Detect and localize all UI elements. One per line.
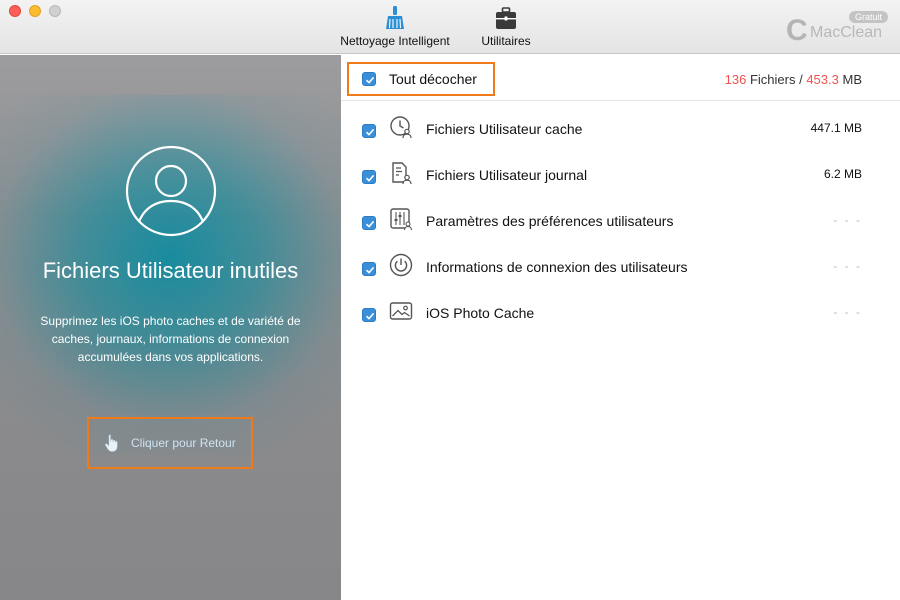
- item-checkbox[interactable]: [362, 216, 376, 230]
- item-size: - - -: [833, 305, 862, 319]
- checkmark-icon: [365, 174, 375, 182]
- item-checkbox[interactable]: [362, 308, 376, 322]
- item-label: Fichiers Utilisateur cache: [426, 121, 583, 137]
- brand-mark: C: [786, 14, 808, 47]
- item-label: Informations de connexion des utilisateu…: [426, 259, 688, 275]
- back-button[interactable]: Cliquer pour Retour: [87, 417, 253, 469]
- title-bar: Nettoyage Intelligent Utilitaires C MacC…: [0, 0, 900, 54]
- back-button-label: Cliquer pour Retour: [131, 436, 236, 450]
- list-item[interactable]: Informations de connexion des utilisateu…: [341, 242, 900, 288]
- selection-summary: 136 Fichiers / 453.3 MB: [725, 72, 862, 87]
- panel-title: Fichiers Utilisateur inutiles: [42, 258, 299, 283]
- zoom-window-button[interactable]: [49, 5, 61, 17]
- minimize-window-button[interactable]: [29, 5, 41, 17]
- toolbar-label: Utilitaires: [481, 34, 531, 48]
- list-header: Tout décocher 136 Fichiers / 453.3 MB: [341, 55, 900, 101]
- item-size: - - -: [833, 259, 862, 273]
- broom-icon: [386, 6, 404, 29]
- item-label: iOS Photo Cache: [426, 305, 535, 321]
- file-count-label: Fichiers /: [746, 72, 807, 87]
- close-window-button[interactable]: [9, 5, 21, 17]
- list-item[interactable]: Fichiers Utilisateur journal 6.2 MB: [341, 150, 900, 196]
- photo-icon: [389, 302, 413, 320]
- file-list-panel: Tout décocher 136 Fichiers / 453.3 MB Fi…: [341, 55, 900, 600]
- document-user-icon: [392, 162, 412, 185]
- item-label: Fichiers Utilisateur journal: [426, 167, 588, 183]
- uncheck-all-checkbox[interactable]: [362, 72, 376, 86]
- toolbox-icon: [496, 7, 516, 29]
- checkmark-icon: [365, 220, 375, 228]
- clock-user-icon: [390, 116, 412, 139]
- brand-name: MacClean: [810, 24, 883, 41]
- brand-logo: C MacClean Gratuit: [786, 11, 890, 47]
- sliders-icon: [390, 208, 413, 231]
- item-label: Paramètres des préférences utilisateurs: [426, 213, 674, 229]
- list-item[interactable]: Fichiers Utilisateur cache 447.1 MB: [341, 104, 900, 150]
- user-profile-icon: [125, 145, 217, 237]
- free-badge: Gratuit: [848, 11, 888, 23]
- item-checkbox[interactable]: [362, 170, 376, 184]
- item-size: - - -: [833, 213, 862, 227]
- checkmark-icon: [365, 266, 375, 274]
- checkmark-icon: [365, 76, 375, 84]
- uncheck-all-toggle[interactable]: Tout décocher: [347, 62, 495, 96]
- checkmark-icon: [365, 128, 375, 136]
- panel-description: Supprimez les iOS photo caches et de var…: [40, 314, 301, 364]
- list-item[interactable]: Paramètres des préférences utilisateurs …: [341, 196, 900, 242]
- file-count: 136: [724, 72, 747, 87]
- item-size: 6.2 MB: [823, 167, 862, 181]
- total-size-unit: MB: [838, 72, 862, 87]
- item-checkbox[interactable]: [362, 262, 376, 276]
- item-size: 447.1 MB: [810, 121, 862, 135]
- toolbar-label: Nettoyage Intelligent: [340, 34, 450, 48]
- hand-pointer-icon: [105, 434, 118, 452]
- list-item[interactable]: iOS Photo Cache - - -: [341, 288, 900, 334]
- uncheck-all-label: Tout décocher: [389, 71, 477, 87]
- power-icon: [389, 253, 413, 277]
- toolbar-nettoyage-intelligent[interactable]: Nettoyage Intelligent: [338, 5, 452, 48]
- item-checkbox[interactable]: [362, 124, 376, 138]
- total-size: 453.3: [806, 72, 839, 87]
- checkmark-icon: [365, 312, 375, 320]
- toolbar-utilitaires[interactable]: Utilitaires: [476, 5, 536, 48]
- category-info-panel: Fichiers Utilisateur inutiles Supprimez …: [0, 55, 341, 600]
